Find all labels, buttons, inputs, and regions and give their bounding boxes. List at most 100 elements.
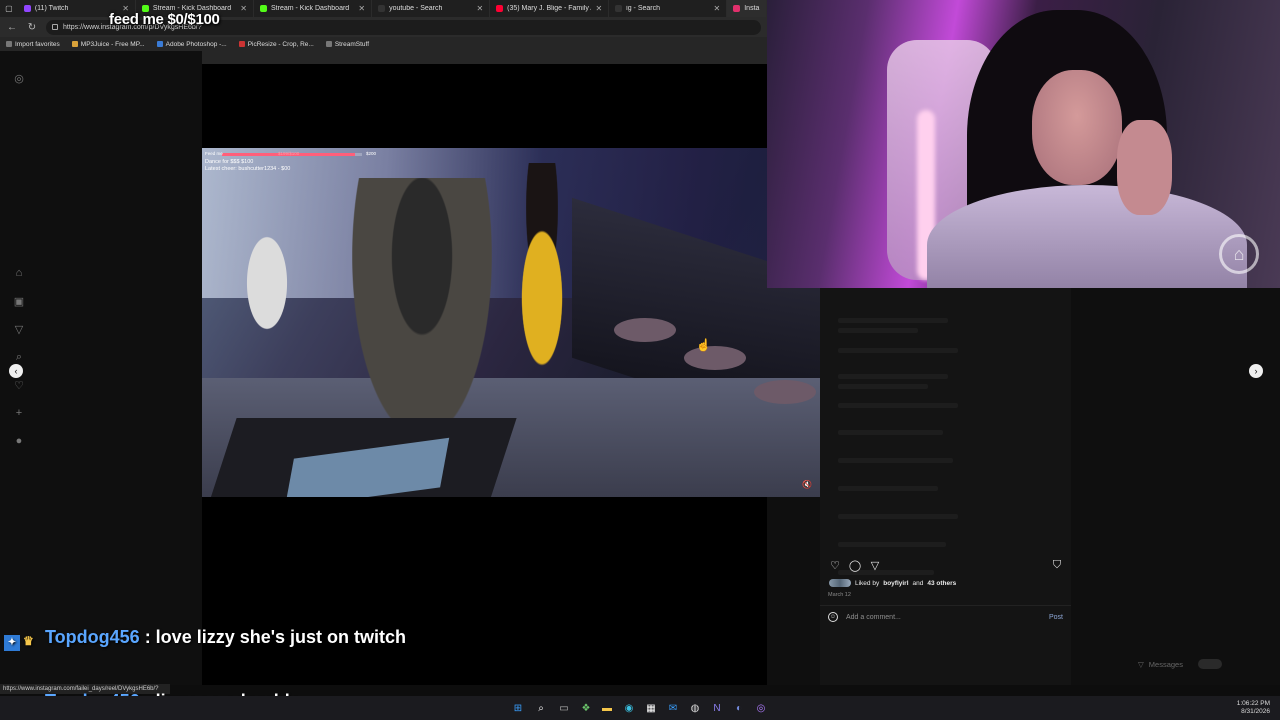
- edge-browser-icon[interactable]: ◉: [622, 701, 636, 715]
- task-view-icon[interactable]: ▭: [557, 701, 571, 715]
- chat-badge-icon: ✦: [4, 635, 20, 651]
- liker-avatars: [829, 579, 851, 587]
- mute-icon[interactable]: 🔇: [802, 480, 812, 490]
- instagram-logo-icon[interactable]: ◎: [13, 72, 25, 85]
- share-icon[interactable]: ▽: [868, 558, 882, 572]
- post-date: March 12: [828, 592, 851, 598]
- comment-placeholder-row: [838, 318, 948, 323]
- search-icon[interactable]: ⌕: [13, 351, 25, 363]
- previous-post-button[interactable]: ‹: [9, 364, 23, 378]
- store-icon[interactable]: ▦: [644, 701, 658, 715]
- instagram-icon: [733, 5, 741, 12]
- reel-video[interactable]: Feed me $199/$100 $200 Dance for $$$ $10…: [202, 148, 820, 497]
- bookmark-picresize[interactable]: PicResize - Crop, Re...: [238, 41, 314, 48]
- post-comment-button[interactable]: Post: [1049, 614, 1063, 621]
- comment-placeholder-row: [838, 486, 938, 491]
- create-icon[interactable]: +: [13, 407, 25, 419]
- comment-bar: ☺ Add a comment... Post: [820, 605, 1071, 628]
- search-icon: [615, 5, 623, 12]
- close-tab-icon[interactable]: ✕: [476, 4, 483, 13]
- message-avatars: [1197, 659, 1222, 669]
- bookmark-photoshop[interactable]: Adobe Photoshop -...: [156, 40, 227, 48]
- widgets-icon[interactable]: ❖: [579, 701, 593, 715]
- comment-placeholder-row: [838, 384, 928, 389]
- webcam-person-face: [1032, 70, 1122, 185]
- chat-text: : love lizzy she's just on twitch: [144, 627, 407, 647]
- comment-placeholder-row: [838, 328, 918, 333]
- bookmark-label: Adobe Photoshop -...: [165, 40, 227, 48]
- window-menu-icon[interactable]: ▢: [0, 0, 18, 17]
- bookmark-mp3juice[interactable]: MP3Juice - Free MP...: [71, 40, 145, 48]
- bookmark-label: Import favorites: [15, 40, 60, 48]
- youtube-icon: [496, 5, 504, 12]
- back-icon[interactable]: ←: [6, 22, 18, 33]
- tab-kick-dashboard-2[interactable]: Stream - Kick Dashboard ✕: [254, 0, 373, 17]
- video-cheer-text: Latest cheer: bushcutter1234 - $00: [205, 166, 291, 172]
- chat-message: ✦ ♛ Topdog456 : love lizzy she's just on t…: [4, 623, 424, 652]
- video-person: [232, 203, 302, 363]
- reload-icon[interactable]: ↻: [26, 22, 38, 33]
- bookmark-import-favorites[interactable]: Import favorites: [6, 41, 60, 48]
- search-icon: [378, 5, 386, 12]
- twitch-app-icon[interactable]: ◎: [754, 701, 768, 715]
- video-stool: [684, 346, 746, 370]
- app-n-icon[interactable]: N: [710, 701, 724, 715]
- tab-label: Insta: [744, 5, 760, 12]
- profile-avatar-icon[interactable]: ●: [13, 435, 25, 447]
- home-icon[interactable]: ⌂: [13, 267, 25, 279]
- liked-others-link[interactable]: 43 others: [927, 580, 956, 587]
- comment-placeholder-row: [838, 542, 946, 547]
- comment-icon[interactable]: ◯: [848, 558, 862, 572]
- chat-badge-icon: ♛: [23, 634, 34, 648]
- reels-icon[interactable]: ▣: [13, 295, 25, 308]
- bookmark-streamstuff[interactable]: StreamStuff: [325, 41, 369, 48]
- tab-label: (35) Mary J. Blige - Family Aff: [507, 5, 592, 12]
- webcam-overlay: ⌂: [767, 0, 1280, 288]
- screen: ▢ (11) Twitch ✕ Stream - Kick Dashboard …: [0, 0, 1280, 720]
- file-explorer-icon[interactable]: ▬: [600, 701, 614, 715]
- emoji-icon[interactable]: ☺: [828, 612, 838, 622]
- send-icon[interactable]: ▽: [13, 323, 25, 336]
- liked-user-link[interactable]: boyflyirl: [883, 580, 908, 587]
- comment-placeholder-row: [838, 514, 958, 519]
- search-icon[interactable]: ⌕: [534, 701, 548, 715]
- video-stool: [614, 318, 676, 342]
- comment-input[interactable]: Add a comment...: [846, 614, 1041, 621]
- video-goal-label: Feed me: [205, 151, 223, 156]
- send-icon: ▽: [1138, 659, 1144, 669]
- next-post-button[interactable]: ›: [1249, 364, 1263, 378]
- mouse-cursor-icon: ☝: [696, 338, 711, 352]
- obs-icon[interactable]: ◍: [688, 701, 702, 715]
- feed-backdrop: [202, 51, 767, 64]
- close-tab-icon[interactable]: ✕: [595, 4, 602, 13]
- comment-placeholder-row: [838, 458, 953, 463]
- tab-instagram[interactable]: Insta: [727, 0, 767, 17]
- start-icon[interactable]: ⊞: [511, 701, 525, 715]
- video-person: [352, 178, 492, 438]
- mail-icon[interactable]: ✉: [666, 701, 680, 715]
- liked-by-text: Liked by boyflyirl and 43 others: [829, 579, 956, 587]
- kick-icon: [260, 5, 267, 12]
- discord-icon[interactable]: ◐: [732, 701, 746, 715]
- comment-placeholder-row: [838, 430, 943, 435]
- bookmark-label: MP3Juice - Free MP...: [80, 40, 145, 48]
- messages-button[interactable]: ▽ Messages: [1130, 652, 1270, 676]
- folder-icon: [6, 41, 12, 47]
- post-actions: ♡ ◯ ▽ ⛉: [828, 558, 1064, 572]
- twitch-icon: [23, 5, 31, 12]
- close-tab-icon[interactable]: ✕: [358, 4, 365, 13]
- chat-username: Topdog456: [45, 627, 140, 647]
- tab-youtube-search[interactable]: youtube - Search ✕: [372, 0, 491, 17]
- tab-label: Stream - Kick Dashboard: [271, 5, 350, 12]
- heart-icon[interactable]: ♡: [13, 379, 25, 392]
- messages-label: Messages: [1148, 659, 1183, 669]
- tab-label: ig - Search: [626, 5, 661, 12]
- stream-goal-text: feed me $0/$100: [109, 11, 220, 28]
- system-clock[interactable]: 1:06:22 PM 8/31/2026: [1237, 700, 1270, 716]
- tab-youtube-music[interactable]: (35) Mary J. Blige - Family Aff ✕: [490, 0, 610, 17]
- bookmark-save-icon[interactable]: ⛉: [1050, 558, 1064, 572]
- close-tab-icon[interactable]: ✕: [714, 4, 721, 13]
- like-heart-icon[interactable]: ♡: [828, 558, 842, 572]
- tab-ig-search[interactable]: ig - Search ✕: [609, 0, 728, 17]
- close-tab-icon[interactable]: ✕: [240, 4, 247, 13]
